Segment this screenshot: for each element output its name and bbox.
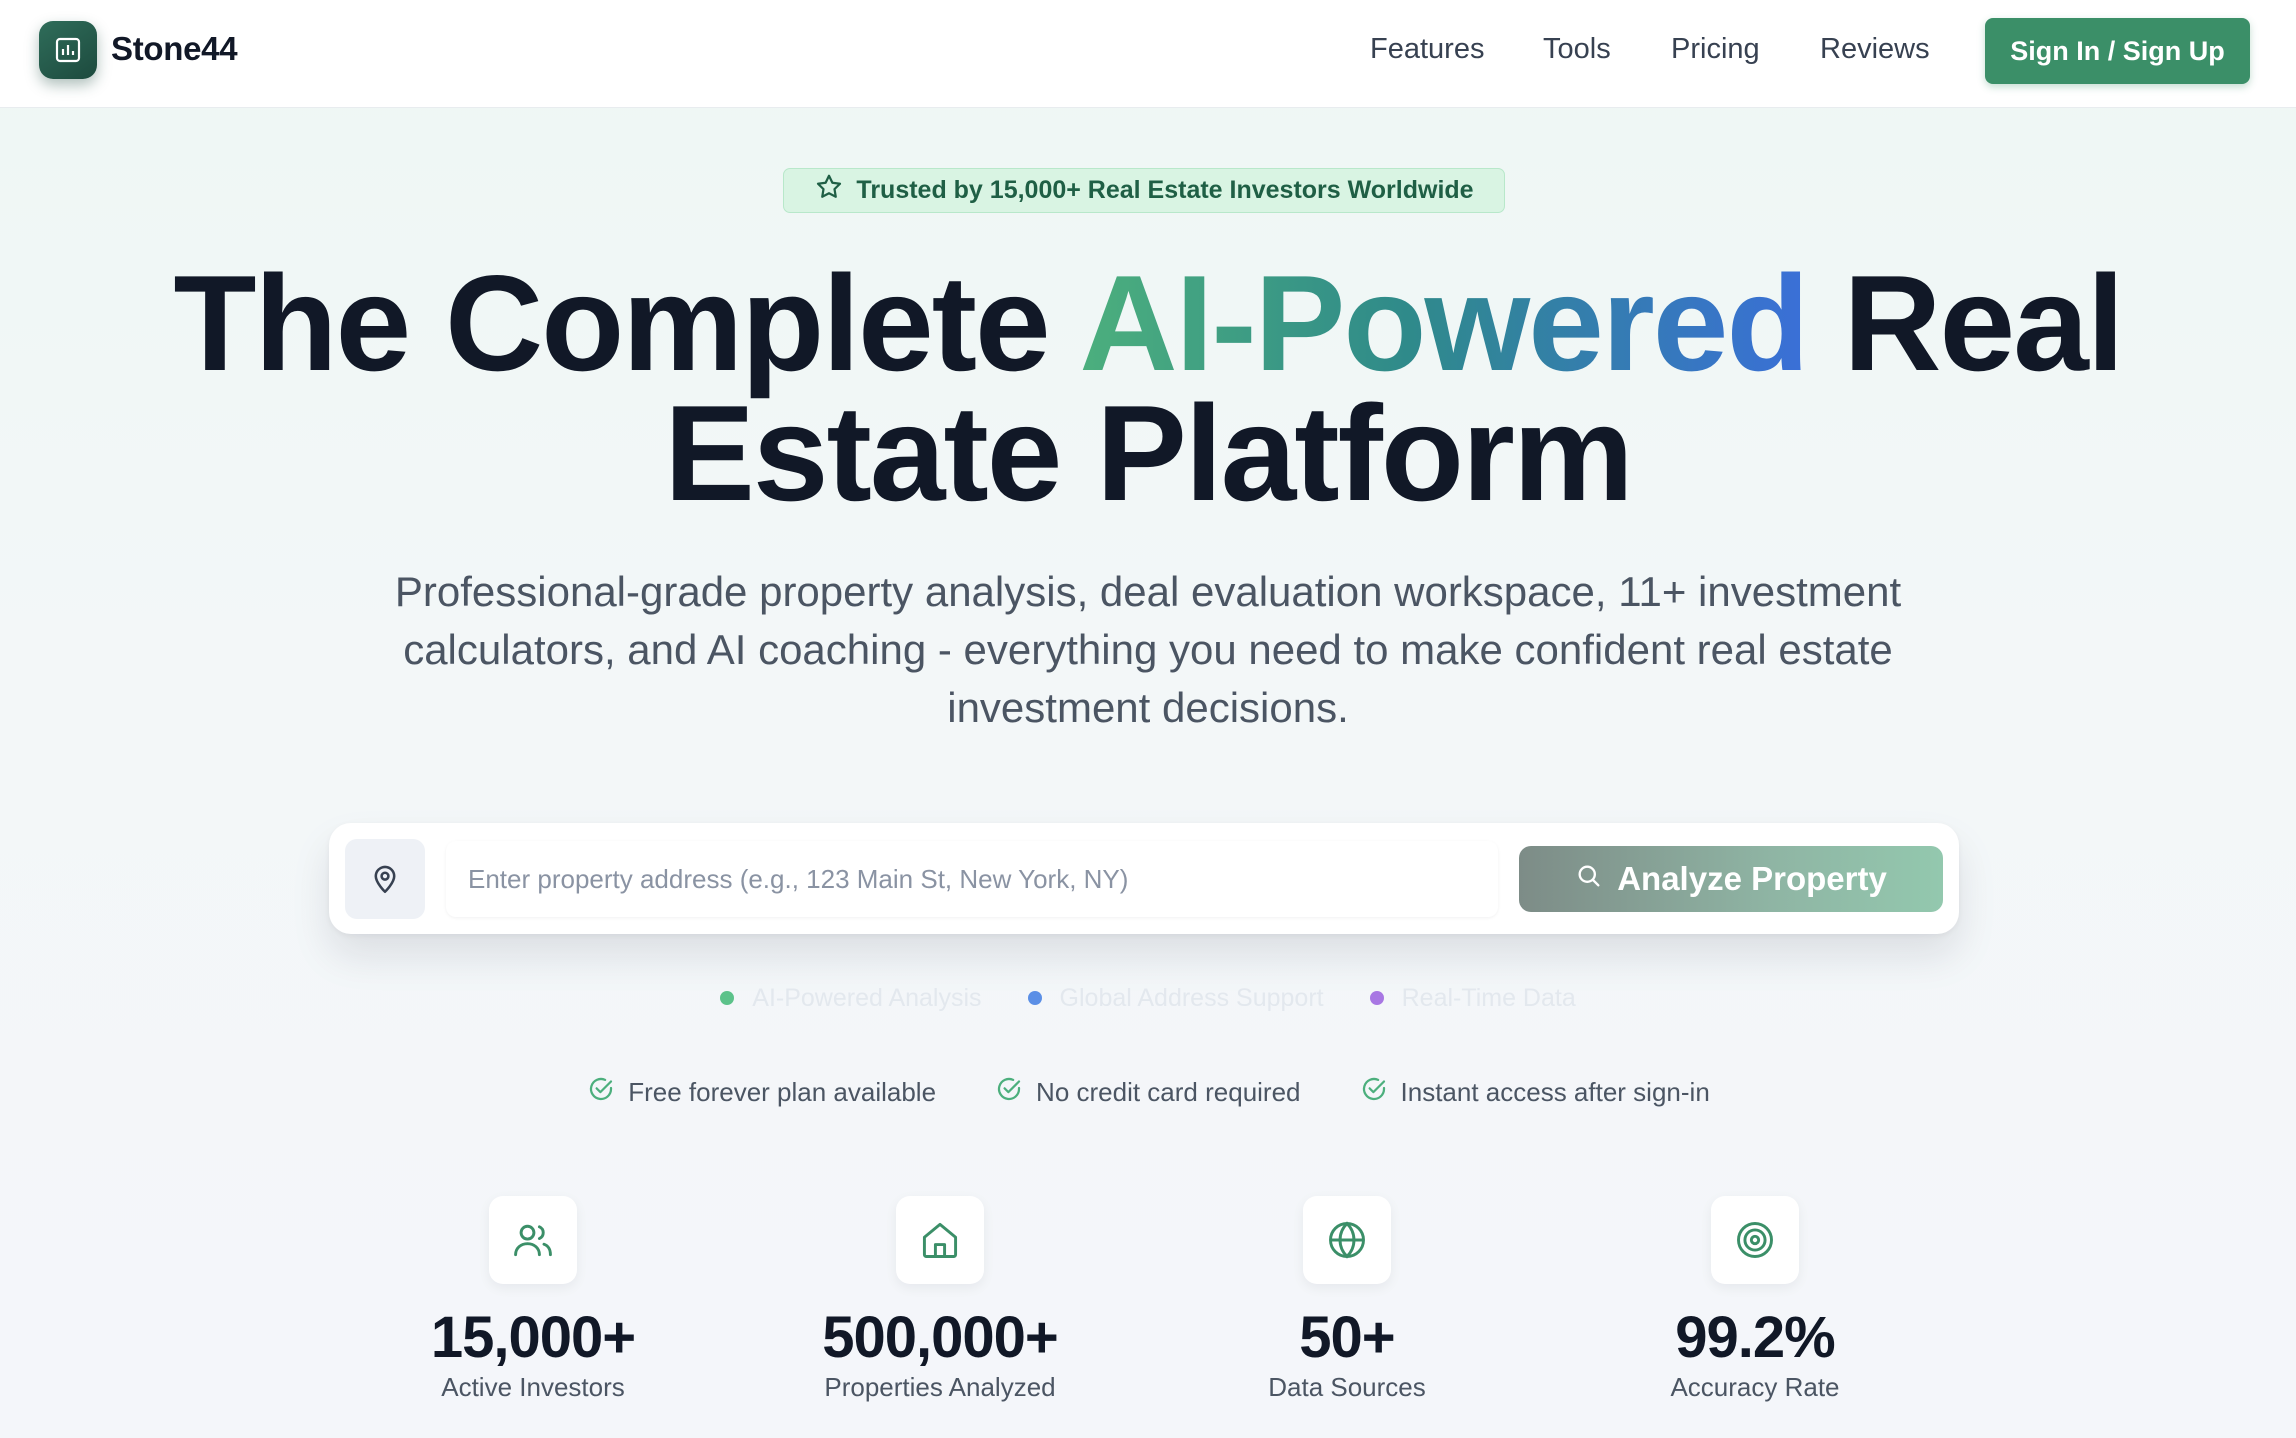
check-label: Free forever plan available bbox=[628, 1076, 937, 1107]
check-circle-icon bbox=[994, 1074, 1024, 1111]
feature-item: Global Address Support bbox=[1027, 983, 1324, 1013]
stat-label: Active Investors bbox=[441, 1372, 625, 1402]
hero-title: The Complete AI-Powered Real Estate Plat… bbox=[0, 255, 2296, 521]
stat-label: Accuracy Rate bbox=[1670, 1372, 1840, 1402]
feature-label: AI-Powered Analysis bbox=[752, 983, 982, 1012]
stat-active-investors: 15,000+ Active Investors bbox=[323, 1196, 743, 1403]
stat-value: 15,000+ bbox=[430, 1305, 636, 1370]
stat-value: 99.2% bbox=[1675, 1305, 1835, 1370]
feature-label: Real-Time Data bbox=[1401, 983, 1576, 1012]
sign-in-sign-up-button[interactable]: Sign In / Sign Up bbox=[1985, 18, 2250, 84]
nav-link-features[interactable]: Features bbox=[1370, 33, 1484, 66]
hero-subtitle: Professional-grade property analysis, de… bbox=[394, 568, 1902, 731]
green-dot-icon bbox=[720, 991, 735, 1005]
purple-dot-icon bbox=[1369, 991, 1384, 1005]
stat-accuracy-rate: 99.2% Accuracy Rate bbox=[1545, 1196, 1965, 1403]
nav-link-tools[interactable]: Tools bbox=[1543, 33, 1611, 66]
stat-label: Properties Analyzed bbox=[824, 1372, 1056, 1402]
check-item: Instant access after sign-in bbox=[1359, 1074, 1710, 1111]
check-label: No credit card required bbox=[1036, 1076, 1301, 1107]
hero-title-line2: Estate Platform bbox=[664, 377, 1634, 529]
check-item: No credit card required bbox=[994, 1074, 1301, 1111]
logo-chart-icon[interactable] bbox=[39, 21, 97, 79]
check-circle-icon bbox=[586, 1074, 616, 1111]
check-label: Instant access after sign-in bbox=[1400, 1076, 1710, 1107]
trust-badge-text: Trusted by 15,000+ Real Estate Investors… bbox=[856, 176, 1474, 204]
users-icon bbox=[489, 1196, 577, 1284]
stat-data-sources: 50+ Data Sources bbox=[1137, 1196, 1557, 1403]
feature-item: AI-Powered Analysis bbox=[720, 983, 982, 1013]
stat-value: 500,000+ bbox=[822, 1305, 1059, 1370]
analyze-property-button[interactable]: Analyze Property bbox=[1519, 846, 1943, 912]
globe-icon bbox=[1303, 1196, 1391, 1284]
feature-label: Global Address Support bbox=[1059, 983, 1324, 1012]
home-icon bbox=[896, 1196, 984, 1284]
stat-value: 50+ bbox=[1299, 1305, 1395, 1370]
hero-title-part2: Real bbox=[1807, 247, 2124, 399]
nav-link-reviews[interactable]: Reviews bbox=[1820, 33, 1930, 66]
trust-badge: Trusted by 15,000+ Real Estate Investors… bbox=[783, 168, 1505, 213]
star-icon bbox=[814, 172, 844, 209]
feature-highlights: AI-Powered Analysis Global Address Suppo… bbox=[0, 982, 2296, 1014]
brand-name[interactable]: Stone44 bbox=[111, 30, 238, 68]
nav-link-pricing[interactable]: Pricing bbox=[1671, 33, 1760, 66]
top-navbar: Stone44 Features Tools Pricing Reviews S… bbox=[0, 0, 2296, 108]
search-icon bbox=[1575, 860, 1603, 898]
address-search-card: Analyze Property bbox=[329, 823, 1959, 934]
benefit-checks: Free forever plan available No credit ca… bbox=[0, 1074, 2296, 1110]
feature-item: Real-Time Data bbox=[1369, 983, 1576, 1013]
blue-dot-icon bbox=[1027, 991, 1042, 1005]
check-item: Free forever plan available bbox=[586, 1074, 936, 1111]
check-circle-icon bbox=[1359, 1074, 1389, 1111]
location-pin-icon bbox=[345, 839, 425, 919]
target-icon bbox=[1711, 1196, 1799, 1284]
property-address-input[interactable] bbox=[446, 841, 1498, 917]
stat-label: Data Sources bbox=[1268, 1372, 1426, 1402]
analyze-property-label: Analyze Property bbox=[1617, 860, 1887, 897]
stat-properties-analyzed: 500,000+ Properties Analyzed bbox=[730, 1196, 1150, 1403]
